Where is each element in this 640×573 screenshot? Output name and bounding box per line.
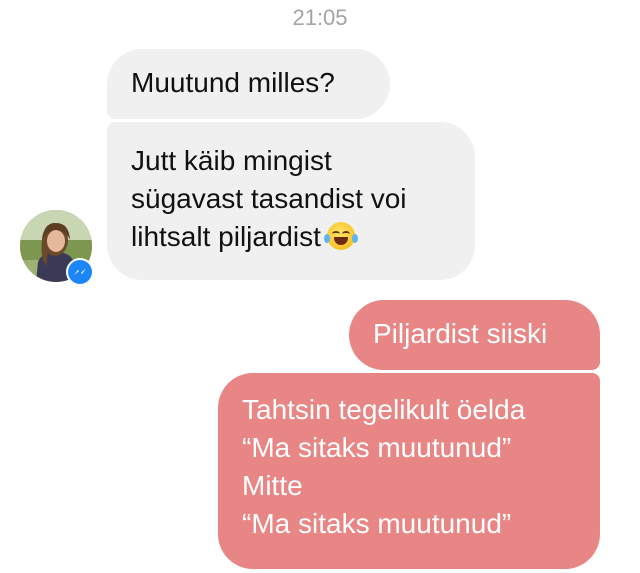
message-text: Piljardist siiski xyxy=(373,318,548,349)
incoming-message-bubble[interactable]: Muutund milles? xyxy=(107,49,390,119)
message-text: lihtsalt piljardist xyxy=(131,221,321,252)
message-text: “Ma sitaks muutunud” xyxy=(242,508,512,539)
message-text: Jutt käib mingist xyxy=(131,145,332,176)
messenger-badge xyxy=(66,258,94,286)
messenger-icon xyxy=(74,268,86,275)
outgoing-message-bubble[interactable]: Tahtsin tegelikult öelda “Ma sitaks muut… xyxy=(218,373,600,569)
laughing-tears-emoji-icon xyxy=(323,222,358,250)
incoming-message-bubble[interactable]: Jutt käib mingist sügavast tasandist voi… xyxy=(107,122,475,280)
message-timestamp: 21:05 xyxy=(292,5,348,30)
outgoing-message-bubble[interactable]: Piljardist siiski xyxy=(349,300,600,370)
message-text: “Ma sitaks muutunud” xyxy=(242,432,512,463)
message-text-with-emoji: lihtsalt piljardist xyxy=(131,218,451,256)
message-text: sügavast tasandist voi xyxy=(131,183,407,214)
message-text: Tahtsin tegelikult öelda xyxy=(242,394,526,425)
message-text: Muutund milles? xyxy=(131,67,335,98)
message-text: Mitte xyxy=(242,470,303,501)
